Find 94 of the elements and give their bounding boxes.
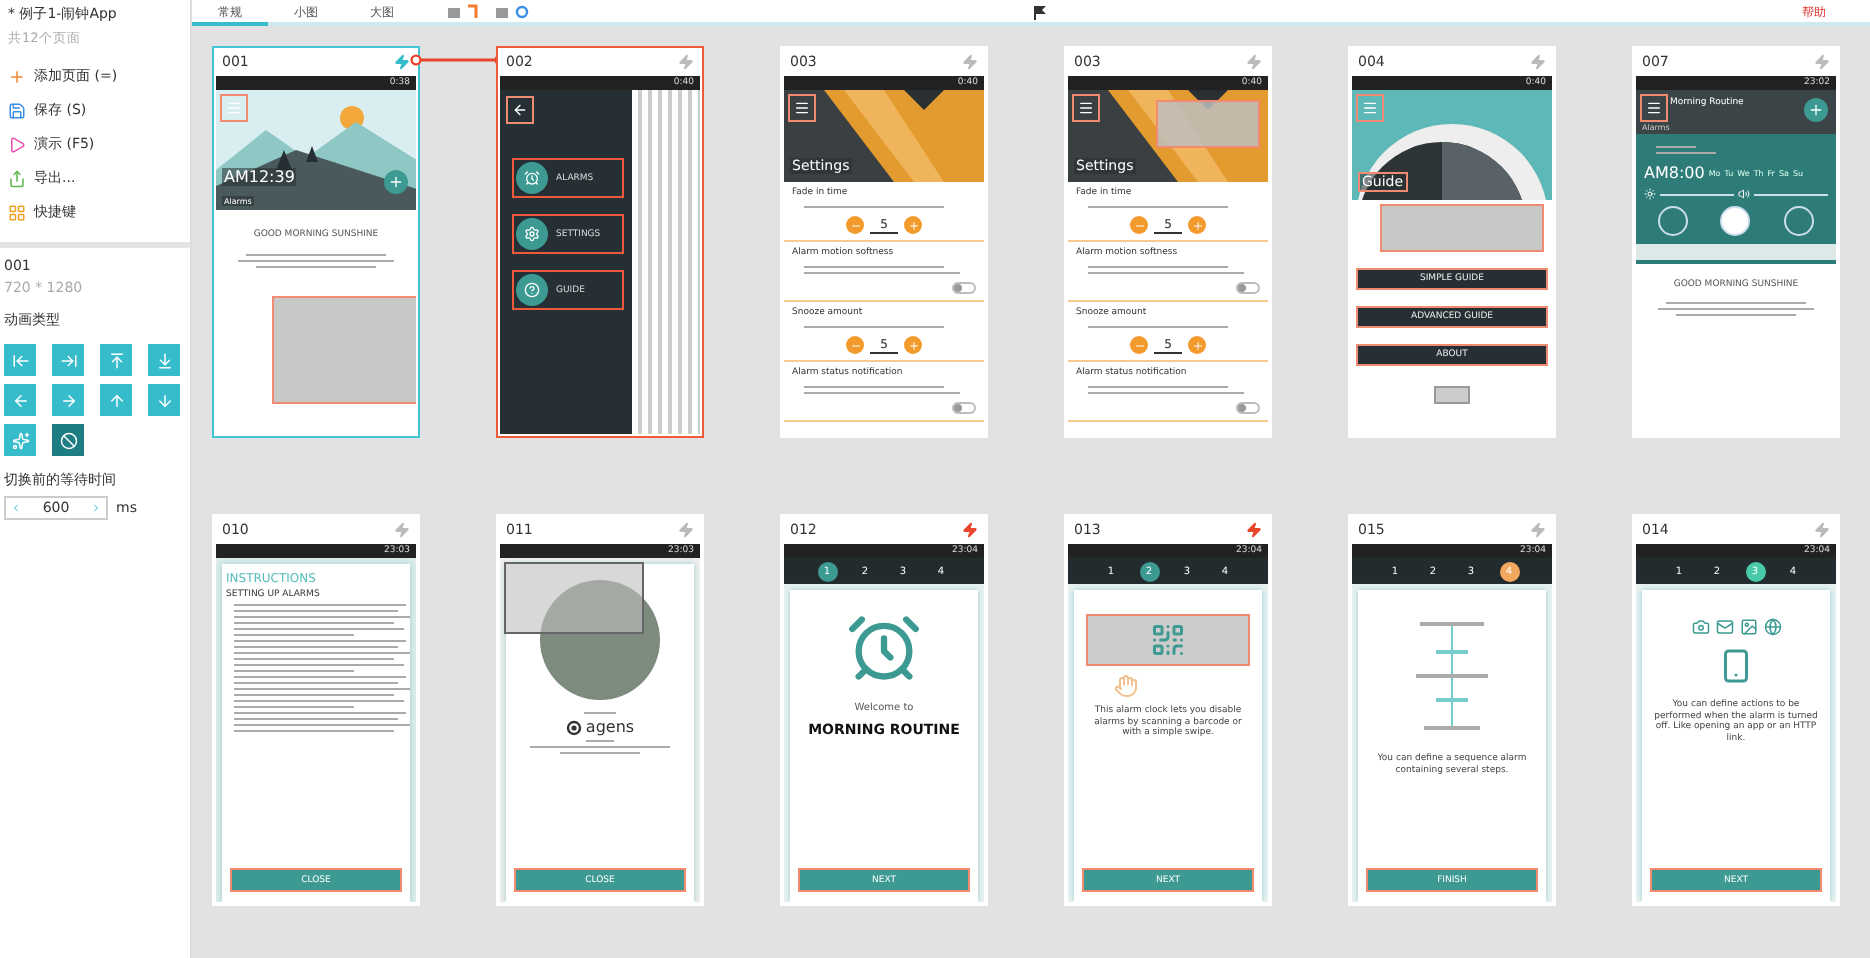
mode-circle[interactable] xyxy=(1783,206,1814,236)
toggle-switch[interactable] xyxy=(1236,402,1260,414)
plus-icon xyxy=(388,174,404,190)
lightning-icon[interactable] xyxy=(394,522,410,538)
lightning-icon[interactable] xyxy=(678,54,694,70)
toggle-switch[interactable] xyxy=(1236,282,1260,294)
hotspot-area[interactable] xyxy=(504,562,644,634)
animation-button[interactable] xyxy=(148,344,180,376)
lightning-icon[interactable] xyxy=(394,54,410,70)
back-icon xyxy=(512,102,528,118)
lightning-icon[interactable] xyxy=(1814,54,1830,70)
clock-time: AM12:39 xyxy=(222,168,297,186)
menu-icon xyxy=(794,100,810,116)
help-icon xyxy=(524,282,540,298)
minus-button[interactable] xyxy=(846,216,864,234)
plus-button[interactable] xyxy=(1188,336,1206,354)
animation-button[interactable] xyxy=(52,344,84,376)
minus-button[interactable] xyxy=(1130,336,1148,354)
lightning-icon[interactable] xyxy=(1530,522,1546,538)
animation-button[interactable] xyxy=(4,344,36,376)
mode-circle[interactable] xyxy=(1720,206,1751,236)
lightning-icon[interactable] xyxy=(962,54,978,70)
zoom-tool-icon[interactable] xyxy=(496,4,532,20)
toggle-switch[interactable] xyxy=(952,282,976,294)
menu-icon xyxy=(1078,100,1094,116)
export-icon xyxy=(8,169,26,187)
text-lines-drawing xyxy=(1088,206,1228,208)
plus-icon xyxy=(1191,219,1203,231)
add-button[interactable] xyxy=(1804,98,1828,122)
arrow-left-bar-icon xyxy=(11,351,29,369)
alarm-time: AM8:00 xyxy=(1644,164,1705,182)
align-tool-icon[interactable] xyxy=(448,4,484,20)
lightning-icon[interactable] xyxy=(1530,54,1546,70)
animation-button[interactable] xyxy=(52,424,84,456)
arrow-right-icon xyxy=(59,391,77,409)
flag-icon[interactable] xyxy=(1032,4,1048,20)
lightning-icon[interactable] xyxy=(1246,54,1262,70)
text-lines-drawing xyxy=(804,206,944,208)
menu-button[interactable] xyxy=(788,94,816,122)
save-icon xyxy=(8,101,26,119)
plus-icon xyxy=(907,339,919,351)
plus-button[interactable] xyxy=(1188,216,1206,234)
back-button[interactable] xyxy=(506,96,534,124)
app-actions-drawing xyxy=(1691,618,1781,684)
arrow-right-bar-icon xyxy=(59,351,77,369)
settings-icon xyxy=(524,226,540,242)
alarm-clock-icon xyxy=(846,610,922,686)
minus-icon xyxy=(849,219,861,231)
text-lines-drawing xyxy=(804,326,944,328)
text-lines-drawing xyxy=(1088,326,1228,328)
lightning-icon[interactable] xyxy=(962,522,978,538)
arrow-up-icon xyxy=(107,391,125,409)
plus-icon xyxy=(8,67,26,85)
minus-icon xyxy=(1133,219,1145,231)
minus-icon xyxy=(849,339,861,351)
plus-button[interactable] xyxy=(904,216,922,234)
increase-icon[interactable] xyxy=(90,502,102,514)
small-block xyxy=(1434,386,1470,404)
agens-logo: agens xyxy=(506,718,694,736)
text-lines-drawing xyxy=(1656,146,1716,154)
menu-icon xyxy=(226,100,242,116)
arrow-left-icon xyxy=(11,391,29,409)
arrow-up-bar-icon xyxy=(107,351,125,369)
decrease-icon[interactable] xyxy=(10,502,22,514)
hand-icon xyxy=(1114,674,1138,698)
prohibited-icon xyxy=(59,431,77,449)
lightning-icon[interactable] xyxy=(678,522,694,538)
minus-button[interactable] xyxy=(1130,216,1148,234)
minus-icon xyxy=(1133,339,1145,351)
menu-icon xyxy=(1362,100,1378,116)
mode-circle[interactable] xyxy=(1658,206,1689,236)
text-lines-drawing xyxy=(530,740,670,754)
volume-icon xyxy=(1738,188,1750,200)
plus-icon xyxy=(1808,102,1824,118)
toggle-switch[interactable] xyxy=(952,402,976,414)
arrow-down-icon xyxy=(155,391,173,409)
lightning-icon[interactable] xyxy=(1246,522,1262,538)
minus-button[interactable] xyxy=(846,336,864,354)
animation-button[interactable] xyxy=(100,344,132,376)
plus-button[interactable] xyxy=(904,336,922,354)
menu-button[interactable] xyxy=(1072,94,1100,122)
text-lines-drawing xyxy=(584,712,616,714)
brightness-icon xyxy=(1644,188,1656,200)
plus-icon xyxy=(1191,339,1203,351)
animation-button[interactable] xyxy=(4,424,36,456)
alarm-clock-icon xyxy=(524,170,540,186)
lightning-icon[interactable] xyxy=(1814,522,1830,538)
menu-button[interactable] xyxy=(1640,94,1668,122)
plus-icon xyxy=(907,219,919,231)
sparkle-icon xyxy=(11,431,29,449)
play-icon xyxy=(8,135,26,153)
menu-icon xyxy=(1646,100,1662,116)
arrow-down-bar-icon xyxy=(155,351,173,369)
grid-icon xyxy=(8,203,26,221)
